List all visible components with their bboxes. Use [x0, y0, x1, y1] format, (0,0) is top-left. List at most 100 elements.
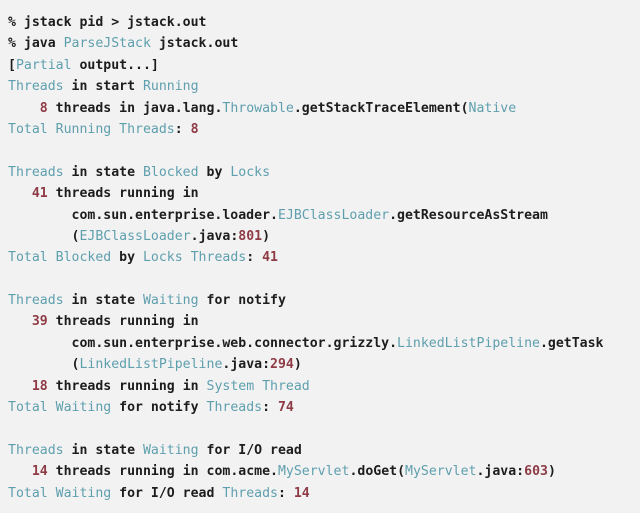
- terminal-line-hdr-waiting-notify: Threads in state Waiting for notify: [8, 290, 640, 311]
- terminal-line-hdr-blocked: Threads in state Blocked by Locks: [8, 162, 640, 183]
- token-plain: com.sun.enterprise.loader.: [8, 207, 278, 223]
- terminal-line-notify-count: 39 threads running in: [8, 311, 640, 332]
- token-plain: by: [198, 164, 231, 180]
- token-teal: Threads: [8, 79, 64, 95]
- terminal-line-hdr-waiting-io: Threads in state Waiting for I/O read: [8, 440, 640, 461]
- terminal-line-total-io: Total Waiting for I/O read Threads: 14: [8, 483, 640, 504]
- token-teal: EJBClassLoader: [277, 207, 390, 223]
- token-num: 74: [277, 400, 294, 416]
- token-teal: Blocked: [142, 164, 199, 180]
- token-plain: output...]: [71, 57, 159, 73]
- token-num: 14: [293, 485, 310, 501]
- token-teal: LinkedListPipeline: [79, 357, 223, 373]
- token-plain: in start: [63, 79, 143, 95]
- token-plain: (: [8, 357, 80, 373]
- token-teal: Waiting: [142, 442, 199, 458]
- token-teal: Total Running Threads: [8, 121, 175, 137]
- token-num: 294: [270, 357, 294, 373]
- terminal-line-notify-source: (LinkedListPipeline.java:294): [8, 354, 640, 375]
- terminal-line-total-blocked: Total Blocked by Locks Threads: 41: [8, 247, 640, 268]
- token-plain: for notify: [111, 400, 207, 416]
- token-num: 39: [31, 314, 48, 330]
- token-plain: :: [174, 121, 191, 137]
- token-plain: :: [246, 250, 263, 266]
- token-teal: Partial: [15, 57, 72, 73]
- token-num: 8: [190, 121, 199, 137]
- token-teal: Total Blocked: [8, 250, 112, 266]
- token-num: 603: [524, 464, 548, 480]
- token-plain: .java:: [222, 357, 271, 373]
- token-num: 41: [31, 186, 48, 202]
- token-plain: for notify: [198, 293, 286, 309]
- token-plain: in state: [63, 293, 143, 309]
- token-plain: jstack.out: [150, 36, 239, 52]
- token-teal: MyServlet: [405, 464, 477, 480]
- token-plain: threads running in: [47, 378, 207, 394]
- terminal-line-total-running: Total Running Threads: 8: [8, 119, 640, 140]
- token-plain: in state: [63, 442, 143, 458]
- terminal-line-notify-class: com.sun.enterprise.web.connector.grizzly…: [8, 333, 640, 354]
- token-teal: Threads: [222, 485, 278, 501]
- token-teal: System Thread: [206, 378, 310, 394]
- token-plain: threads running in com.acme.: [47, 464, 278, 480]
- token-teal: Locks: [230, 164, 271, 180]
- token-teal: Locks Threads: [142, 250, 247, 266]
- token-plain: % jstack pid > jstack.out: [8, 15, 207, 30]
- token-plain: in state: [63, 164, 143, 180]
- token-plain: ): [547, 464, 556, 480]
- token-plain: by: [111, 250, 143, 266]
- token-teal: Threads: [206, 400, 263, 416]
- token-num: 41: [262, 250, 278, 266]
- token-plain: [: [8, 57, 16, 73]
- terminal-line-blank-2: [8, 269, 640, 290]
- token-teal: Threads: [8, 164, 64, 180]
- token-plain: threads running in: [47, 186, 199, 202]
- token-teal: Threads: [8, 293, 64, 309]
- token-plain: :: [277, 485, 294, 501]
- token-teal: EJBClassLoader: [79, 228, 191, 244]
- token-plain: .getStackTraceElement(: [293, 100, 469, 116]
- token-plain: :: [262, 400, 278, 416]
- token-teal: MyServlet: [277, 464, 350, 480]
- token-plain: % java: [8, 36, 64, 52]
- token-teal: Waiting: [142, 293, 199, 309]
- terminal-line-hdr-running: Threads in start Running: [8, 76, 640, 97]
- terminal-line-blocked-class: com.sun.enterprise.loader.EJBClassLoader…: [8, 205, 640, 226]
- terminal-line-blank-3: [8, 418, 640, 439]
- terminal-line-io-detail: 14 threads running in com.acme.MyServlet…: [8, 461, 640, 482]
- token-plain: com.sun.enterprise.web.connector.grizzly…: [8, 335, 398, 351]
- token-num: 8: [39, 100, 48, 116]
- token-teal: Threads: [8, 442, 64, 458]
- token-plain: (: [8, 228, 80, 244]
- terminal-line-running-detail: 8 threads in java.lang.Throwable.getStac…: [8, 98, 640, 119]
- token-plain: .doGet(: [349, 464, 406, 480]
- token-num: 18: [31, 378, 48, 394]
- token-plain: threads running in: [47, 314, 199, 330]
- token-plain: threads in java.lang.: [47, 100, 223, 116]
- token-plain: for I/O read: [111, 485, 223, 501]
- token-teal: LinkedListPipeline: [397, 335, 540, 351]
- terminal-line-partial-output: [Partial output...]: [8, 55, 640, 76]
- terminal-line-notify-system: 18 threads running in System Thread: [8, 376, 640, 397]
- terminal-line-blocked-source: (EJBClassLoader.java:801): [8, 226, 640, 247]
- token-plain: .getResourceAsStream: [389, 207, 548, 223]
- terminal-output-pane[interactable]: % jstack pid > jstack.out % java ParseJSt…: [0, 0, 640, 513]
- terminal-line-total-notify: Total Waiting for notify Threads: 74: [8, 397, 640, 418]
- token-plain: .java:: [476, 464, 525, 480]
- token-teal: Running: [142, 79, 199, 95]
- token-plain: ): [262, 228, 271, 244]
- token-plain: ): [293, 357, 302, 373]
- token-plain: .getTask: [539, 335, 604, 351]
- token-teal: ParseJStack: [63, 36, 151, 52]
- terminal-line-blocked-count: 41 threads running in: [8, 183, 640, 204]
- token-num: 801: [238, 228, 263, 244]
- token-teal: Total Waiting: [8, 400, 112, 416]
- terminal-line-cmd-java: % java ParseJStack jstack.out: [8, 33, 640, 54]
- token-teal: Native: [468, 100, 517, 116]
- token-num: 14: [31, 464, 48, 480]
